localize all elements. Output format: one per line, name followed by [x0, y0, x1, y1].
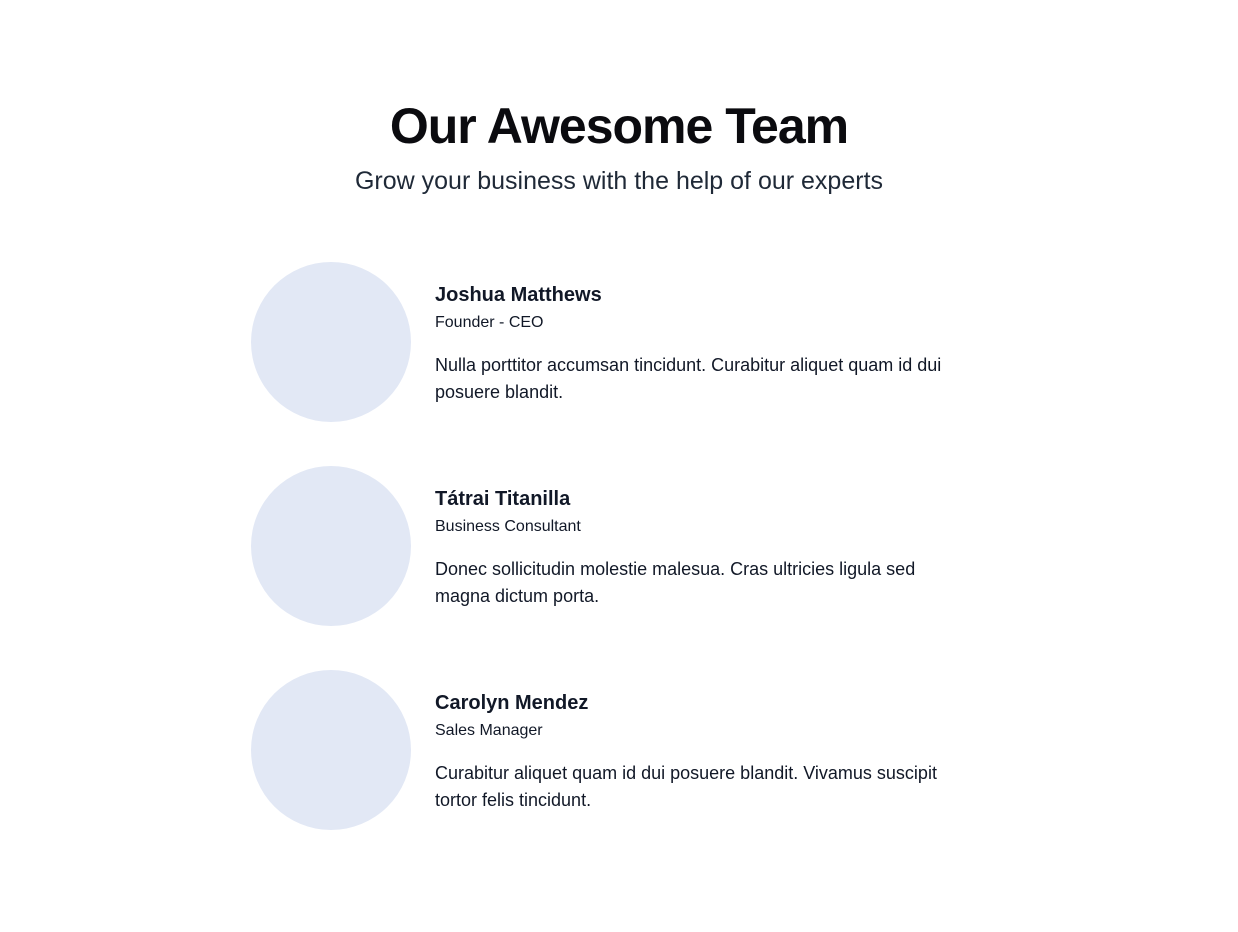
member-role: Business Consultant: [435, 518, 581, 535]
team-member-card: Tátrai Titanilla Business Consultant Don…: [251, 466, 971, 626]
member-bio: Curabitur aliquet quam id dui posuere bl…: [435, 763, 937, 810]
team-page: Our Awesome Team Grow your business with…: [0, 0, 1238, 932]
avatar: [251, 466, 411, 626]
team-header: Our Awesome Team Grow your business with…: [0, 98, 1238, 196]
member-bio: Donec sollicitudin molestie malesua. Cra…: [435, 559, 916, 606]
member-role: Sales Manager: [435, 722, 543, 739]
member-role: Founder - CEO: [435, 314, 544, 331]
avatar: [251, 262, 411, 422]
team-member-info: Tátrai Titanilla Business Consultant Don…: [435, 466, 965, 610]
team-member-card: Joshua Matthews Founder - CEO Nulla port…: [251, 262, 971, 422]
avatar: [251, 670, 411, 830]
team-list: Joshua Matthews Founder - CEO Nulla port…: [251, 262, 971, 874]
team-member-info: Joshua Matthews Founder - CEO Nulla port…: [435, 262, 965, 406]
member-name: Joshua Matthews: [435, 284, 602, 306]
member-name: Tátrai Titanilla: [435, 488, 571, 510]
member-bio: Nulla porttitor accumsan tincidunt. Cura…: [435, 355, 942, 402]
team-member-card: Carolyn Mendez Sales Manager Curabitur a…: [251, 670, 971, 830]
page-subtitle: Grow your business with the help of our …: [354, 167, 884, 195]
page-title: Our Awesome Team: [389, 98, 849, 154]
member-name: Carolyn Mendez: [435, 692, 589, 714]
team-member-info: Carolyn Mendez Sales Manager Curabitur a…: [435, 670, 965, 814]
